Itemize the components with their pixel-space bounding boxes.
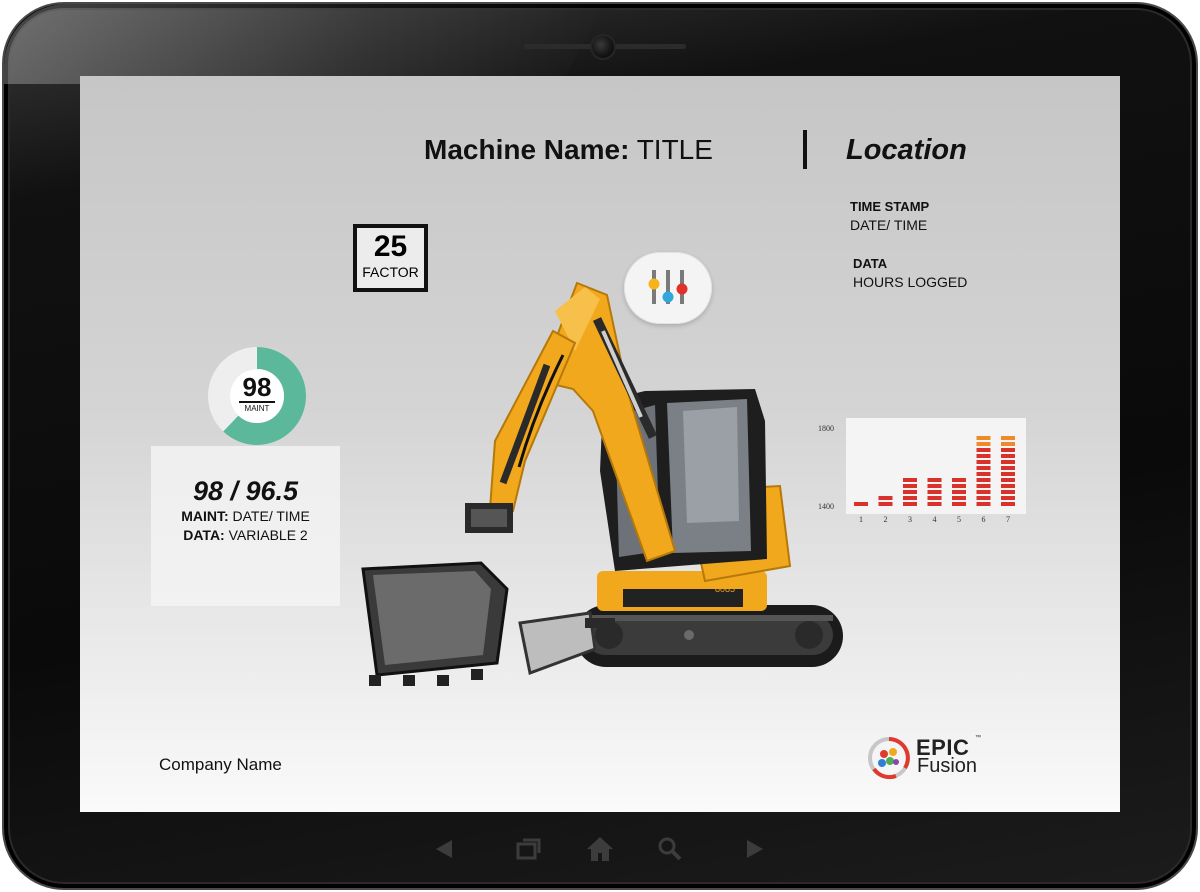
bar-segment: [903, 502, 917, 506]
location-label: Location: [846, 134, 967, 166]
company-name: Company Name: [159, 755, 282, 774]
bar-segment: [903, 490, 917, 494]
bar-segment: [976, 454, 991, 458]
bar-segment: [976, 466, 991, 470]
bar-segment: [976, 448, 991, 452]
bar-segment: [1001, 436, 1015, 440]
bar-segment: [927, 484, 942, 488]
bar-segment: [1001, 478, 1015, 482]
bar-segment: [927, 496, 942, 500]
stats-maint-row: MAINT: DATE/ TIME: [151, 507, 340, 526]
stats-data-value: VARIABLE 2: [228, 527, 308, 543]
bar-segment: [1001, 472, 1015, 476]
data-value: HOURS LOGGED: [853, 274, 968, 290]
x-tick-label: 3: [908, 515, 912, 524]
stats-data-row: DATA: VARIABLE 2: [151, 526, 340, 545]
machine-name-label: Machine Name:: [424, 134, 630, 165]
stats-headline: 98 / 96.5: [192, 476, 299, 506]
dashboard-screen: Machine Name: TITLE Location TIME STAMP …: [80, 76, 1120, 812]
x-tick-label: 6: [982, 515, 986, 524]
bar-segment: [976, 502, 991, 506]
x-tick-label: 4: [933, 515, 937, 524]
bar-segment: [1001, 484, 1015, 488]
factor-value: 25: [373, 230, 408, 263]
excavator-image: 8085: [361, 281, 843, 686]
bar-segment: [1001, 460, 1015, 464]
bar-segment: [976, 490, 991, 494]
bar-segment: [903, 496, 917, 500]
bar-segment: [1001, 466, 1015, 470]
bar-segment: [952, 496, 966, 500]
back-arrow-icon[interactable]: [430, 834, 460, 864]
bar-segment: [878, 496, 893, 500]
bar-segment: [952, 490, 966, 494]
camera-icon: [590, 34, 616, 60]
bar-segment: [976, 472, 991, 476]
forward-arrow-icon[interactable]: [739, 834, 769, 864]
bar-segment: [878, 502, 893, 506]
x-tick-label: 1: [859, 515, 863, 524]
stats-panel: 98 / 96.5 MAINT: DATE/ TIME DATA: VARIAB…: [151, 446, 340, 606]
maint-gauge-label: MAINT: [239, 401, 275, 413]
bar-segment: [1001, 496, 1015, 500]
x-tick-label: 7: [1006, 515, 1010, 524]
time-stamp-value: DATE/ TIME: [850, 217, 928, 233]
frame-glare: [4, 4, 604, 84]
title-divider: [803, 130, 807, 169]
stats-data-label: DATA:: [183, 527, 225, 543]
data-block: DATA HOURS LOGGED: [853, 254, 967, 292]
bar-segment: [976, 496, 991, 500]
bar-segment: [1001, 442, 1015, 446]
x-tick-label: 5: [957, 515, 961, 524]
bar-segment: [1001, 490, 1015, 494]
data-label: DATA: [853, 256, 888, 271]
logo-mark: [868, 737, 910, 780]
bar-segment: [927, 490, 942, 494]
epic-fusion-logo: EPIC ™ Fusion: [866, 733, 996, 781]
search-icon[interactable]: [655, 834, 685, 864]
bar-segment: [927, 502, 942, 506]
logo-text-fusion: Fusion: [917, 755, 978, 777]
bar-segment: [952, 484, 966, 488]
bar-segment: [927, 478, 942, 482]
bar-segment: [976, 478, 991, 482]
y-tick-label: 1400: [818, 502, 834, 511]
logo-trademark: ™: [975, 735, 981, 741]
bar-segment: [1001, 454, 1015, 458]
recent-apps-icon[interactable]: [513, 834, 543, 864]
bar-segment: [976, 442, 991, 446]
bar-segment: [854, 502, 868, 506]
bar-segment: [1001, 502, 1015, 506]
bar-segment: [976, 436, 991, 440]
bar-segment: [1001, 448, 1015, 452]
machine-badge: 8085: [715, 584, 735, 594]
stats-maint-value: DATE/ TIME: [232, 508, 310, 524]
y-tick-label: 1800: [818, 424, 834, 433]
home-icon[interactable]: [585, 834, 615, 864]
bar-segment: [976, 484, 991, 488]
bar-segment: [952, 478, 966, 482]
machine-name-value: TITLE: [636, 134, 713, 165]
bar-segment: [903, 484, 917, 488]
time-stamp-label: TIME STAMP: [850, 199, 930, 214]
hours-bar-chart: 1 2 3 4 5 6 7 1400 1800: [818, 418, 1026, 524]
bar-segment: [952, 502, 966, 506]
machine-title: Machine Name: TITLE: [424, 134, 713, 166]
bar-segment: [976, 460, 991, 464]
stats-maint-label: MAINT:: [181, 508, 229, 524]
time-stamp-block: TIME STAMP DATE/ TIME: [850, 197, 929, 235]
x-tick-label: 2: [884, 515, 888, 524]
bar-segment: [903, 478, 917, 482]
